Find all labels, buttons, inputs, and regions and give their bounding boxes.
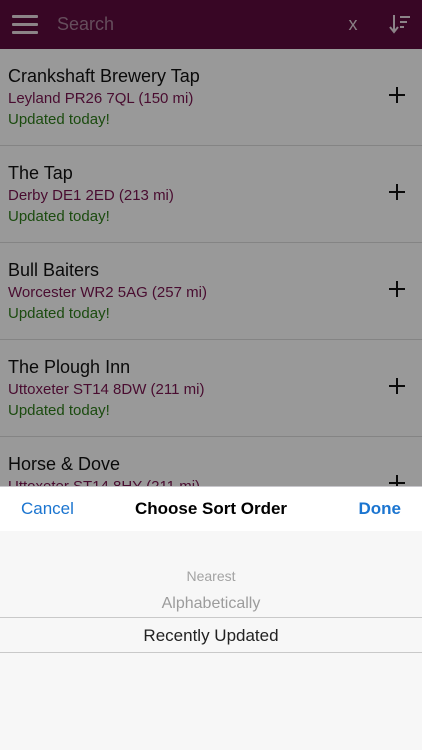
done-button[interactable]: Done — [359, 499, 402, 519]
modal-dim-overlay[interactable] — [0, 0, 422, 486]
sheet-toolbar: Cancel Choose Sort Order Done — [0, 486, 422, 531]
picker-selection-line — [0, 617, 422, 618]
sort-option[interactable]: Alphabetically — [0, 595, 422, 613]
sort-option[interactable]: Nearest — [0, 568, 422, 584]
cancel-button[interactable]: Cancel — [21, 499, 74, 519]
picker-selection-line — [0, 652, 422, 653]
sort-option-selected[interactable]: Recently Updated — [0, 626, 422, 646]
sort-picker[interactable]: Nearest Alphabetically Recently Updated — [0, 530, 422, 750]
sort-order-sheet: Cancel Choose Sort Order Done Nearest Al… — [0, 486, 422, 750]
